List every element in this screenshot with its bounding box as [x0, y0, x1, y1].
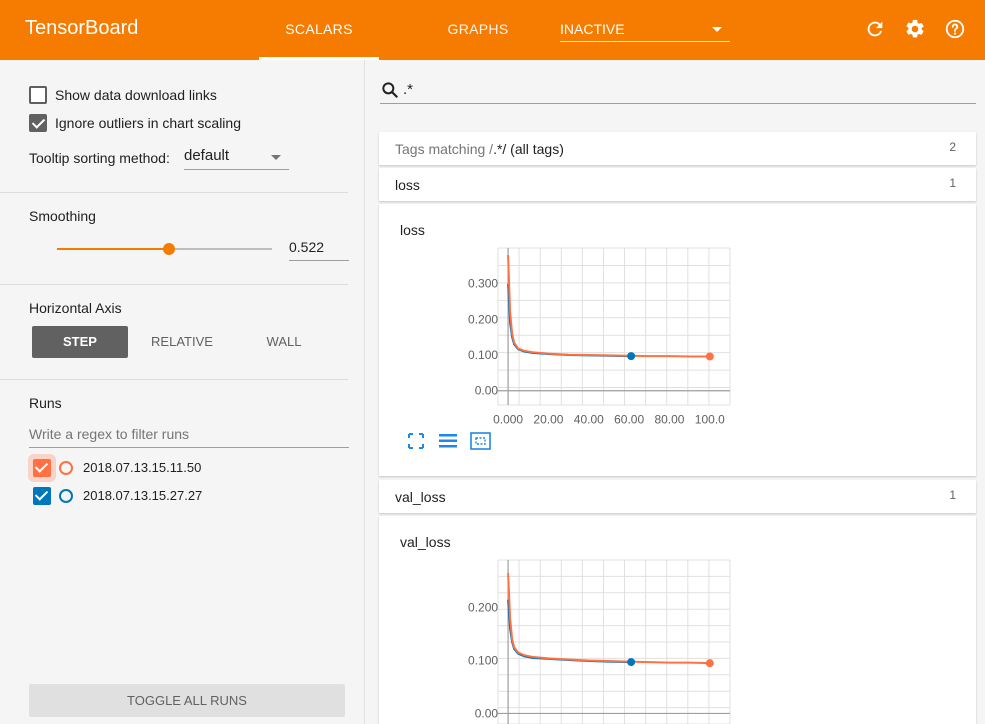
chart-title: val_loss [400, 534, 451, 550]
category-count: 1 [949, 176, 956, 190]
divider [0, 284, 348, 285]
y-tick-label: 0.200 [468, 601, 498, 615]
y-tick-label: 0.00 [475, 706, 499, 720]
refresh-icon[interactable] [864, 18, 886, 40]
tags-matching-text: Tags matching /.*/ (all tags) [395, 141, 564, 157]
chart-title: loss [400, 222, 425, 238]
tags-suffix: / (all tags) [502, 141, 564, 157]
tooltip-sorting-label: Tooltip sorting method: [29, 150, 170, 166]
run-name: 2018.07.13.15.11.50 [83, 460, 202, 475]
x-tick-label: 20.00 [533, 413, 563, 427]
series-line [507, 255, 710, 358]
smoothing-slider[interactable] [57, 243, 272, 255]
top-app-bar: TensorBoard SCALARS GRAPHS INACTIVE [0, 0, 985, 60]
settings-icon[interactable] [904, 18, 926, 40]
show-download-links-label: Show data download links [55, 87, 217, 103]
inactive-dropdown-label: INACTIVE [560, 21, 625, 37]
loss-chart[interactable]: 0.00 0.100 0.200 0.300 0.000 20.00 40.00 60.00 8… [379, 240, 976, 430]
x-tick-label: 40.00 [574, 413, 604, 427]
series-line [507, 283, 630, 358]
y-tick-label: 0.300 [468, 277, 498, 291]
run-name: 2018.07.13.15.27.27 [83, 488, 203, 503]
app-title: TensorBoard [25, 17, 139, 39]
val-loss-chart[interactable]: 0.00 0.100 0.200 [379, 552, 976, 724]
tags-prefix: Tags matching / [395, 141, 494, 157]
fit-domain-icon[interactable] [470, 432, 491, 450]
smoothing-value-input[interactable]: 0.522 [289, 239, 349, 261]
series-end-marker [705, 352, 714, 361]
help-icon[interactable] [944, 18, 966, 40]
tags-regex: .* [493, 141, 503, 157]
category-header-val-loss[interactable]: val_loss 1 [379, 480, 976, 513]
series-end-marker [627, 658, 636, 667]
y-tick-label: 0.200 [468, 312, 498, 326]
toggle-all-runs-button[interactable]: TOGGLE ALL RUNS [29, 684, 345, 717]
series-line [507, 573, 710, 665]
tooltip-sorting-dropdown[interactable]: default [184, 147, 289, 170]
smoothing-slider-fill [57, 248, 170, 250]
axis-wall-button[interactable]: WALL [236, 326, 332, 358]
x-tick-label: 0.000 [493, 413, 523, 427]
tags-matching-header: Tags matching /.*/ (all tags) 2 [379, 132, 976, 165]
category-header-loss[interactable]: loss 1 [379, 168, 976, 201]
run-color-circle[interactable] [59, 461, 73, 475]
fullscreen-icon[interactable] [406, 432, 426, 450]
run-checkbox[interactable] [33, 459, 51, 477]
divider [0, 192, 348, 193]
series-end-marker [627, 352, 636, 361]
tab-scalars[interactable]: SCALARS [259, 21, 379, 37]
y-tick-label: 0.100 [468, 348, 498, 362]
search-icon [382, 82, 398, 98]
tag-filter-value: .* [403, 81, 414, 98]
runs-filter-input[interactable]: Write a regex to filter runs [29, 426, 349, 448]
axis-relative-button[interactable]: RELATIVE [134, 326, 230, 358]
axis-step-button[interactable]: STEP [32, 326, 128, 358]
show-download-links-checkbox[interactable] [29, 86, 47, 104]
y-tick-label: 0.00 [475, 384, 499, 398]
x-tick-label: 60.00 [614, 413, 644, 427]
run-color-circle[interactable] [59, 489, 73, 503]
inactive-plugins-dropdown[interactable]: INACTIVE [560, 21, 730, 42]
tab-graphs[interactable]: GRAPHS [418, 21, 538, 37]
ignore-outliers-checkbox[interactable] [29, 114, 47, 132]
tags-count: 2 [949, 140, 956, 154]
horizontal-axis-title: Horizontal Axis [29, 300, 122, 316]
category-title: loss [395, 177, 420, 193]
tooltip-sorting-value: default [184, 147, 230, 164]
x-tick-label: 100.0 [695, 413, 725, 427]
chevron-down-icon [271, 155, 281, 160]
category-count: 1 [949, 488, 956, 502]
ignore-outliers-label: Ignore outliers in chart scaling [55, 115, 241, 131]
divider [0, 379, 348, 380]
y-tick-label: 0.100 [468, 654, 498, 668]
runs-title: Runs [29, 395, 62, 411]
toggle-log-scale-icon[interactable] [438, 432, 458, 450]
run-checkbox[interactable] [33, 487, 51, 505]
series-end-marker [705, 659, 714, 668]
category-title: val_loss [395, 489, 446, 505]
chevron-down-icon [712, 27, 722, 32]
x-tick-label: 80.00 [654, 413, 684, 427]
smoothing-title: Smoothing [29, 208, 96, 224]
tag-filter-input[interactable]: .* [380, 78, 976, 104]
